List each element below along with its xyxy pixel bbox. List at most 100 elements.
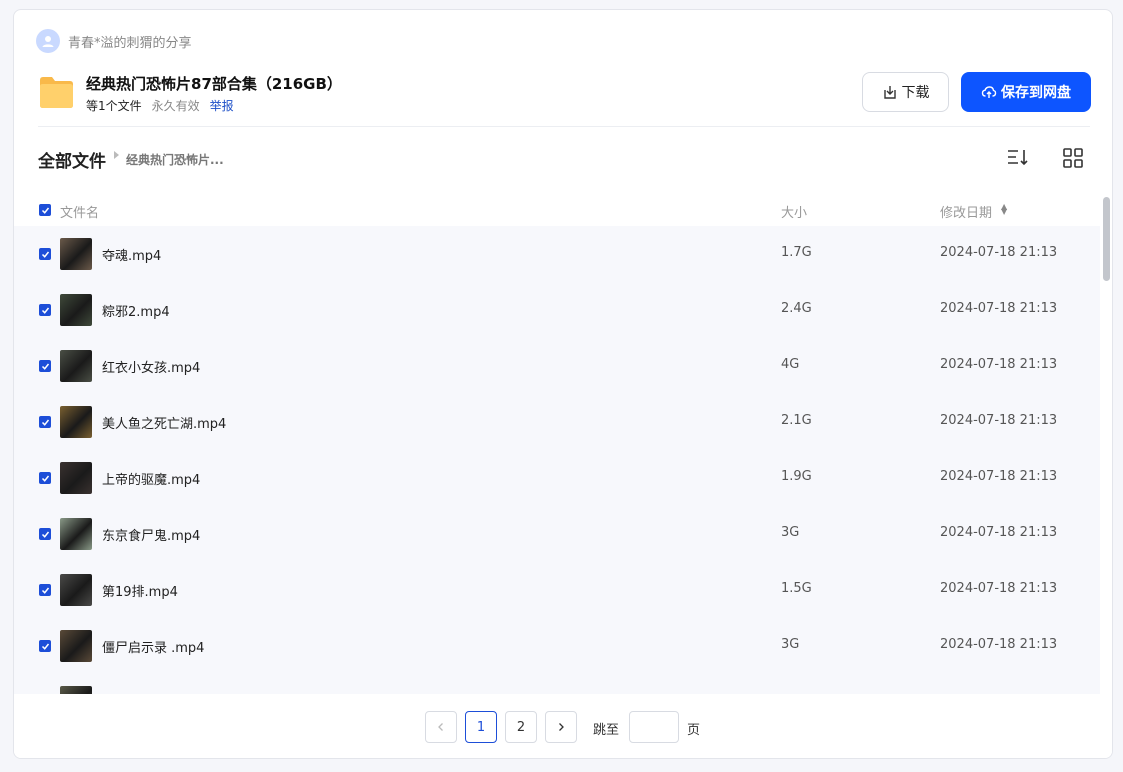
header-date[interactable]: 修改日期 [940, 202, 992, 221]
download-label: 下载 [901, 85, 930, 101]
header-name: 文件名 [60, 206, 100, 221]
file-name[interactable]: 东京食尸鬼.mp4 [102, 525, 200, 544]
check-icon [41, 363, 49, 370]
file-date: 2024-07-18 21:13 [940, 469, 1058, 484]
check-icon [41, 307, 49, 314]
table-row[interactable]: 红衣小女孩.mp4 4G 2024-07-18 21:13 [14, 338, 1100, 394]
file-count: 等1个文件 [86, 99, 142, 113]
jump-suffix: 页 [687, 723, 701, 738]
cloud-upload-icon [981, 86, 997, 98]
video-thumbnail [60, 406, 92, 438]
share-title: 经典热门恐怖片87部合集（216GB） [86, 75, 342, 93]
divider [38, 126, 1090, 127]
file-date: 2024-07-18 21:13 [940, 525, 1058, 540]
file-list: 夺魂.mp4 1.7G 2024-07-18 21:13 粽邪2.mp4 2.4G 202… [14, 226, 1100, 694]
video-thumbnail [60, 518, 92, 550]
file-name[interactable]: 夺魂.mp4 [102, 245, 161, 264]
file-size: 4G [781, 357, 800, 372]
expire-status: 永久有效 [151, 99, 200, 113]
file-size: 3G [781, 525, 800, 540]
file-name[interactable]: 僵尸启示录 .mp4 [102, 637, 204, 656]
avatar [36, 29, 60, 53]
row-checkbox[interactable] [39, 584, 51, 596]
table-row[interactable]: 夺魂.mp4 1.7G 2024-07-18 21:13 [14, 226, 1100, 282]
row-checkbox[interactable] [39, 528, 51, 540]
check-icon [41, 207, 49, 214]
download-icon [883, 86, 896, 99]
row-checkbox[interactable] [39, 640, 51, 652]
file-name[interactable]: 红衣小女孩.mp4 [102, 357, 200, 376]
file-name[interactable]: 粽邪2.mp4 [102, 301, 170, 320]
file-date: 2024-07-18 21:13 [940, 413, 1058, 428]
file-date: 2024-07-18 21:13 [940, 581, 1058, 596]
sort-icon[interactable] [1006, 147, 1030, 169]
check-icon [41, 419, 49, 426]
table-row[interactable]: 美人鱼之死亡湖.mp4 2.1G 2024-07-18 21:13 [14, 394, 1100, 450]
download-button[interactable]: 下载 [862, 72, 949, 112]
table-row[interactable]: 上帝的驱魔.mp4 1.9G 2024-07-18 21:13 [14, 450, 1100, 506]
video-thumbnail [60, 574, 92, 606]
table-row[interactable] [14, 674, 1100, 694]
breadcrumb-root[interactable]: 全部文件 [38, 147, 106, 172]
share-card: 青春*溢的刺猬的分享 经典热门恐怖片87部合集（216GB） 等1个文件 永久有… [13, 9, 1113, 759]
video-thumbnail [60, 350, 92, 382]
share-meta: 等1个文件 永久有效 举报 [86, 97, 234, 114]
table-row[interactable]: 东京食尸鬼.mp4 3G 2024-07-18 21:13 [14, 506, 1100, 562]
header-size: 大小 [781, 206, 808, 221]
select-all-checkbox[interactable] [39, 204, 51, 216]
table-row[interactable]: 粽邪2.mp4 2.4G 2024-07-18 21:13 [14, 282, 1100, 338]
video-thumbnail [60, 294, 92, 326]
pagination: 1 2 跳至 页 [14, 694, 1112, 758]
file-size: 2.1G [781, 413, 812, 428]
sharer-name: 青春*溢的刺猬的分享 [68, 35, 192, 51]
sort-caret-icon[interactable]: ▲ ▼ [1001, 203, 1007, 216]
save-label: 保存到网盘 [1001, 85, 1071, 101]
video-thumbnail [60, 462, 92, 494]
chevron-left-icon [438, 723, 443, 731]
scrollbar-thumb[interactable] [1103, 197, 1110, 281]
table-row[interactable]: 第19排.mp4 1.5G 2024-07-18 21:13 [14, 562, 1100, 618]
chevron-right-icon [559, 723, 564, 731]
video-thumbnail [60, 238, 92, 270]
row-checkbox[interactable] [39, 248, 51, 260]
row-checkbox[interactable] [39, 360, 51, 372]
prev-page-button[interactable] [425, 711, 457, 743]
check-icon [41, 587, 49, 594]
check-icon [41, 643, 49, 650]
check-icon [41, 475, 49, 482]
save-to-drive-button[interactable]: 保存到网盘 [961, 72, 1091, 112]
sharer-info: 青春*溢的刺猬的分享 [36, 29, 192, 53]
file-size: 2.4G [781, 301, 812, 316]
folder-icon [40, 77, 73, 108]
file-name[interactable]: 美人鱼之死亡湖.mp4 [102, 413, 226, 432]
breadcrumb-separator-icon [114, 151, 119, 159]
check-icon [41, 251, 49, 258]
file-size: 1.9G [781, 469, 812, 484]
jump-label: 跳至 [593, 723, 620, 738]
user-icon [42, 36, 54, 47]
row-checkbox[interactable] [39, 472, 51, 484]
page-button-2[interactable]: 2 [505, 711, 537, 743]
file-size: 1.7G [781, 245, 812, 260]
video-thumbnail [60, 686, 92, 694]
check-icon [41, 531, 49, 538]
next-page-button[interactable] [545, 711, 577, 743]
video-thumbnail [60, 630, 92, 662]
row-checkbox[interactable] [39, 416, 51, 428]
row-checkbox[interactable] [39, 304, 51, 316]
file-size: 1.5G [781, 581, 812, 596]
breadcrumb-current: 经典热门恐怖片... [126, 153, 224, 167]
file-name[interactable]: 上帝的驱魔.mp4 [102, 469, 200, 488]
file-date: 2024-07-18 21:13 [940, 245, 1058, 260]
page-button-1[interactable]: 1 [465, 711, 497, 743]
table-row[interactable]: 僵尸启示录 .mp4 3G 2024-07-18 21:13 [14, 618, 1100, 674]
grid-view-icon[interactable] [1062, 147, 1084, 169]
table-header: 文件名 大小 修改日期 ▲ ▼ [14, 198, 1100, 228]
file-size: 3G [781, 637, 800, 652]
jump-page-input[interactable] [629, 711, 679, 743]
file-date: 2024-07-18 21:13 [940, 637, 1058, 652]
report-link[interactable]: 举报 [210, 97, 234, 114]
file-date: 2024-07-18 21:13 [940, 301, 1058, 316]
file-name[interactable]: 第19排.mp4 [102, 581, 178, 600]
file-date: 2024-07-18 21:13 [940, 357, 1058, 372]
